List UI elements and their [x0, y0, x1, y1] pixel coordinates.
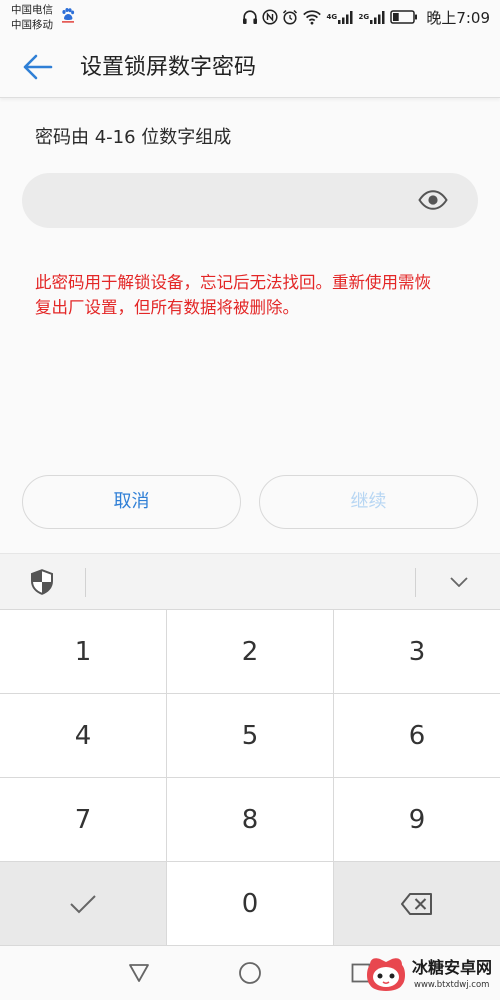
- nav-back-button[interactable]: [124, 959, 154, 987]
- screen: 中国电信 中国移动 4G 2G 晚上7:09 设置锁屏数字密码 密码由 4-16…: [0, 0, 500, 1000]
- app-bar: 设置锁屏数字密码: [0, 36, 500, 98]
- battery-icon: [390, 7, 418, 27]
- nav-home-button[interactable]: [235, 959, 265, 987]
- check-icon: [69, 894, 97, 914]
- key-8[interactable]: 8: [167, 778, 333, 861]
- collapse-keyboard-button[interactable]: [440, 566, 478, 598]
- backspace-icon: [401, 892, 433, 915]
- key-3[interactable]: 3: [334, 610, 500, 693]
- warning-message: 此密码用于解锁设备，忘记后无法找回。重新使用需恢 复出厂设置，但所有数据将被删除…: [35, 270, 431, 320]
- password-input[interactable]: [42, 173, 402, 228]
- password-hint: 密码由 4-16 位数字组成: [35, 127, 232, 148]
- toolbar-divider: [415, 568, 416, 597]
- warning-line: 此密码用于解锁设备，忘记后无法找回。重新使用需恢: [35, 273, 431, 292]
- status-icons: 4G 2G 晚上7:09: [242, 0, 490, 34]
- key-6[interactable]: 6: [334, 694, 500, 777]
- key-9[interactable]: 9: [334, 778, 500, 861]
- nfc-icon: [262, 7, 278, 27]
- page-title: 设置锁屏数字密码: [80, 55, 257, 80]
- continue-button[interactable]: 继续: [259, 475, 478, 529]
- network-2-signal: 2G: [358, 7, 386, 27]
- network-1-signal: 4G: [326, 7, 354, 27]
- watermark-url: www.btxtdwj.com: [414, 980, 490, 990]
- home-circle-icon: [238, 961, 262, 985]
- headphones-icon: [242, 7, 258, 27]
- status-bar: 中国电信 中国移动 4G 2G 晚上7:09: [0, 0, 500, 36]
- chevron-down-icon: [450, 577, 468, 587]
- keyboard-toolbar: [0, 553, 500, 609]
- signal-strength-icon: [338, 7, 354, 27]
- security-shield-icon[interactable]: [30, 569, 54, 595]
- key-2[interactable]: 2: [167, 610, 333, 693]
- watermark-logo: [364, 955, 408, 995]
- warning-line: 复出厂设置，但所有数据将被删除。: [35, 298, 299, 317]
- key-1[interactable]: 1: [0, 610, 166, 693]
- cancel-button[interactable]: 取消: [22, 475, 241, 529]
- back-arrow-icon: [23, 54, 53, 80]
- delete-key[interactable]: [334, 862, 500, 945]
- network-1-label: 4G: [326, 13, 338, 21]
- alarm-icon: [282, 7, 298, 27]
- password-field[interactable]: [22, 173, 478, 228]
- key-0[interactable]: 0: [167, 862, 333, 945]
- eye-icon[interactable]: [418, 190, 448, 210]
- toolbar-divider: [85, 568, 86, 597]
- back-button[interactable]: [18, 50, 58, 84]
- numeric-keypad: 1 2 3 4 5 6 7 8 9 0: [0, 609, 500, 946]
- carrier-secondary: 中国移动: [11, 19, 53, 31]
- network-2-label: 2G: [358, 13, 370, 21]
- back-triangle-icon: [128, 963, 150, 983]
- watermark: 冰糖安卓网 www.btxtdwj.com: [364, 954, 498, 998]
- clock-time: 晚上7:09: [426, 8, 490, 27]
- signal-strength-icon: [370, 7, 386, 27]
- key-7[interactable]: 7: [0, 778, 166, 861]
- key-5[interactable]: 5: [167, 694, 333, 777]
- carrier-primary: 中国电信: [11, 4, 53, 16]
- confirm-key[interactable]: [0, 862, 166, 945]
- watermark-name: 冰糖安卓网: [412, 958, 493, 977]
- baidu-paw-icon: [60, 7, 76, 23]
- wifi-icon: [302, 7, 322, 27]
- key-4[interactable]: 4: [0, 694, 166, 777]
